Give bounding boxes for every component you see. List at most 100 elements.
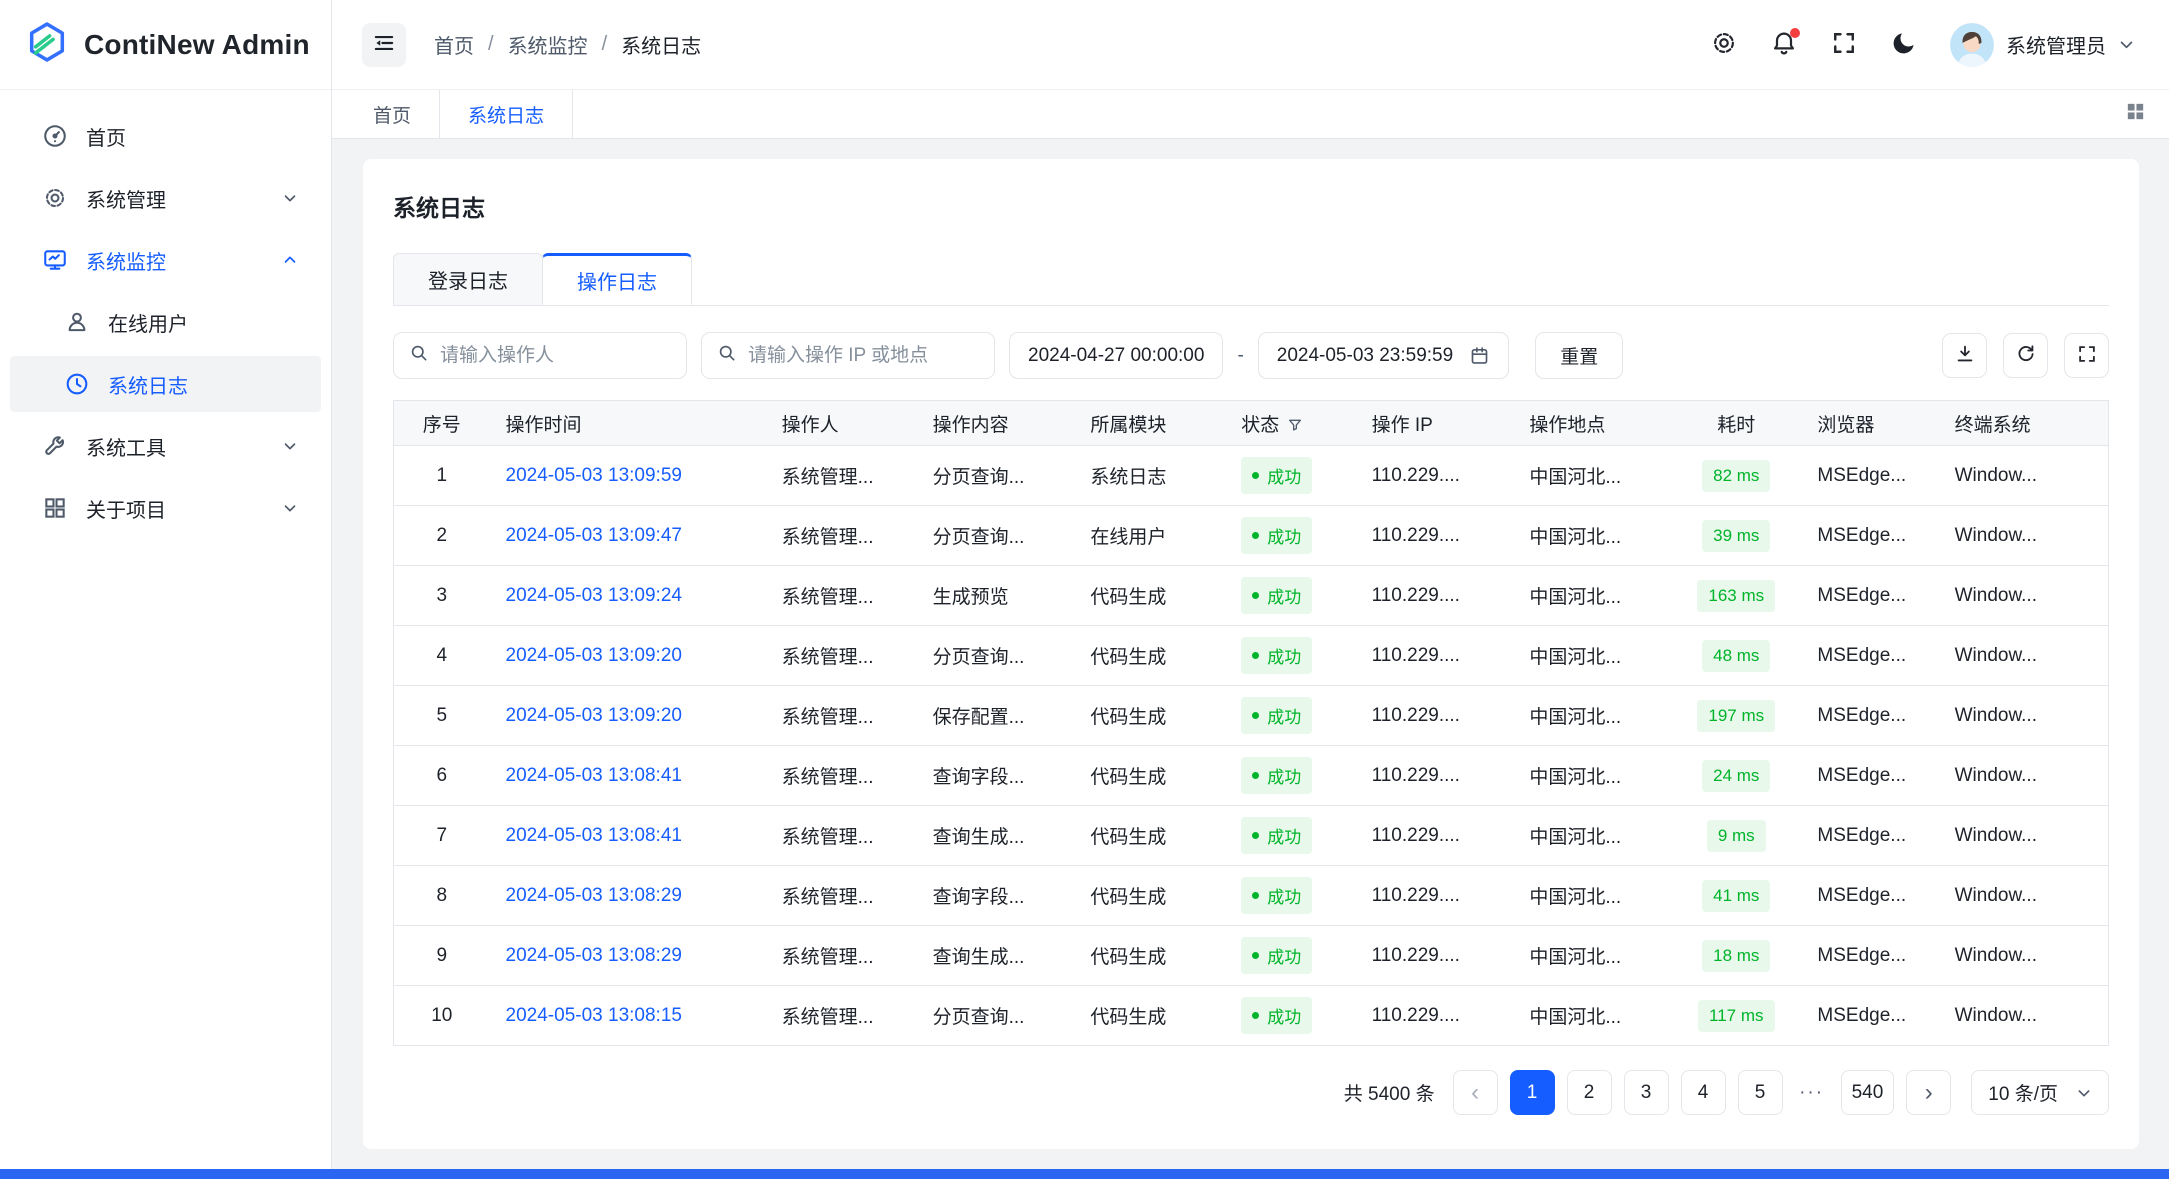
breadcrumb-system-monitor[interactable]: 系统监控 — [508, 30, 588, 59]
sidebar-item-system-log[interactable]: 系统日志 — [10, 356, 321, 412]
breadcrumb-home[interactable]: 首页 — [434, 30, 474, 59]
refresh-button[interactable] — [2003, 333, 2048, 378]
log-time-link[interactable]: 2024-05-03 13:09:24 — [506, 585, 682, 606]
log-time-link[interactable]: 2024-05-03 13:09:47 — [506, 525, 682, 546]
table-row[interactable]: 6 2024-05-03 13:08:41 系统管理... 查询字段... 代码… — [394, 746, 2109, 806]
table-row[interactable]: 8 2024-05-03 13:08:29 系统管理... 查询字段... 代码… — [394, 866, 2109, 926]
reset-button[interactable]: 重置 — [1535, 332, 1623, 379]
download-button[interactable] — [1942, 333, 1987, 378]
page-tab-home[interactable]: 首页 — [345, 90, 439, 138]
refresh-icon — [2015, 343, 2037, 368]
pagination-page-button[interactable]: 2 — [1567, 1070, 1612, 1115]
sidebar-item-about-project[interactable]: 关于项目 — [10, 480, 321, 536]
cell-duration: 9 ms — [1671, 806, 1801, 866]
tab-operation-log[interactable]: 操作日志 — [542, 253, 692, 305]
table-row[interactable]: 1 2024-05-03 13:09:59 系统管理... 分页查询... 系统… — [394, 446, 2109, 506]
table-row[interactable]: 7 2024-05-03 13:08:41 系统管理... 查询生成... 代码… — [394, 806, 2109, 866]
breadcrumb: 首页 / 系统监控 / 系统日志 — [434, 30, 701, 59]
filter-funnel-icon[interactable] — [1287, 417, 1303, 433]
fullscreen-button[interactable] — [1830, 31, 1858, 59]
tab-login-log[interactable]: 登录日志 — [393, 253, 543, 305]
date-range-start[interactable]: 2024-04-27 00:00:00 — [1009, 332, 1223, 379]
dark-mode-button[interactable] — [1890, 31, 1918, 59]
status-dot-icon — [1252, 712, 1259, 719]
cell-no: 10 — [394, 986, 490, 1046]
cell-status: 成功 — [1225, 866, 1355, 926]
pagination-page-button[interactable]: 4 — [1681, 1070, 1726, 1115]
pagination-page-button[interactable]: 540 — [1841, 1070, 1895, 1115]
sidebar-item-system-tools[interactable]: 系统工具 — [10, 418, 321, 474]
logo[interactable]: ContiNew Admin — [0, 0, 331, 90]
log-time-link[interactable]: 2024-05-03 13:08:29 — [506, 945, 682, 966]
log-time-link[interactable]: 2024-05-03 13:08:41 — [506, 825, 682, 846]
table-row[interactable]: 9 2024-05-03 13:08:29 系统管理... 查询生成... 代码… — [394, 926, 2109, 986]
pagination-page-button[interactable]: 5 — [1738, 1070, 1783, 1115]
logo-icon — [26, 21, 68, 68]
operator-search-field[interactable] — [393, 332, 687, 379]
table-row[interactable]: 3 2024-05-03 13:09:24 系统管理... 生成预览 代码生成 … — [394, 566, 2109, 626]
cell-module: 在线用户 — [1074, 506, 1225, 566]
cell-os: Window... — [1939, 506, 2109, 566]
log-time-link[interactable]: 2024-05-03 13:08:41 — [506, 765, 682, 786]
cell-ip: 110.229.... — [1356, 866, 1514, 926]
settings-button[interactable] — [1710, 31, 1738, 59]
sidebar-item-system-management[interactable]: 系统管理 — [10, 170, 321, 226]
sidebar-collapse-button[interactable] — [362, 23, 406, 67]
filter-row: 2024-04-27 00:00:00 - 2024-05-03 23:59:5… — [393, 332, 2109, 379]
log-time-link[interactable]: 2024-05-03 13:08:15 — [506, 1005, 682, 1026]
cell-time: 2024-05-03 13:09:20 — [490, 686, 766, 746]
log-time-link[interactable]: 2024-05-03 13:09:20 — [506, 645, 682, 666]
pagination-page-button[interactable]: 3 — [1624, 1070, 1669, 1115]
cell-location: 中国河北... — [1513, 446, 1671, 506]
status-dot-icon — [1252, 652, 1259, 659]
chevron-down-icon — [2118, 36, 2135, 53]
pagination-prev-button[interactable]: ‹ — [1453, 1070, 1498, 1115]
pagination-page-button[interactable]: 1 — [1510, 1070, 1555, 1115]
table-row[interactable]: 4 2024-05-03 13:09:20 系统管理... 分页查询... 代码… — [394, 626, 2109, 686]
cell-duration: 117 ms — [1671, 986, 1801, 1046]
cell-module: 代码生成 — [1074, 686, 1225, 746]
log-time-link[interactable]: 2024-05-03 13:09:59 — [506, 465, 682, 486]
topbar-actions: 系统管理员 — [1710, 23, 2135, 67]
sidebar-item-label: 系统工具 — [86, 432, 166, 461]
date-start-value: 2024-04-27 00:00:00 — [1028, 345, 1204, 367]
log-time-link[interactable]: 2024-05-03 13:08:29 — [506, 885, 682, 906]
cell-content: 分页查询... — [917, 626, 1075, 686]
cell-content: 生成预览 — [917, 566, 1075, 626]
page-tab-system-log[interactable]: 系统日志 — [439, 90, 573, 138]
cell-time: 2024-05-03 13:08:15 — [490, 986, 766, 1046]
sidebar-item-online-users[interactable]: 在线用户 — [10, 294, 321, 350]
user-menu[interactable]: 系统管理员 — [1950, 23, 2135, 67]
cell-ip: 110.229.... — [1356, 626, 1514, 686]
table-row[interactable]: 5 2024-05-03 13:09:20 系统管理... 保存配置... 代码… — [394, 686, 2109, 746]
cell-time: 2024-05-03 13:09:20 — [490, 626, 766, 686]
date-range-end[interactable]: 2024-05-03 23:59:59 — [1258, 332, 1509, 379]
status-badge: 成功 — [1241, 577, 1312, 614]
table-fullscreen-button[interactable] — [2064, 333, 2109, 378]
ip-search-input[interactable] — [748, 345, 979, 367]
table-row[interactable]: 10 2024-05-03 13:08:15 系统管理... 分页查询... 代… — [394, 986, 2109, 1046]
user-name: 系统管理员 — [2006, 30, 2106, 59]
cell-content: 查询字段... — [917, 746, 1075, 806]
gear-icon — [42, 185, 68, 211]
page-size-select[interactable]: 10 条/页 — [1971, 1070, 2109, 1115]
ip-search-field[interactable] — [701, 332, 995, 379]
cell-operator: 系统管理... — [766, 866, 917, 926]
cell-status: 成功 — [1225, 926, 1355, 986]
sidebar-item-home[interactable]: 首页 — [10, 108, 321, 164]
pagination-ellipsis[interactable]: ··· — [1795, 1082, 1829, 1104]
tabbar-tools[interactable] — [2124, 90, 2169, 138]
cell-no: 2 — [394, 506, 490, 566]
cell-status: 成功 — [1225, 626, 1355, 686]
notifications-button[interactable] — [1770, 31, 1798, 59]
cell-os: Window... — [1939, 806, 2109, 866]
duration-badge: 9 ms — [1707, 820, 1766, 852]
operator-search-input[interactable] — [440, 345, 671, 367]
sidebar-item-system-monitor[interactable]: 系统监控 — [10, 232, 321, 288]
pagination-next-button[interactable]: › — [1906, 1070, 1951, 1115]
cell-module: 代码生成 — [1074, 746, 1225, 806]
log-time-link[interactable]: 2024-05-03 13:09:20 — [506, 705, 682, 726]
status-badge: 成功 — [1241, 517, 1312, 554]
table-row[interactable]: 2 2024-05-03 13:09:47 系统管理... 分页查询... 在线… — [394, 506, 2109, 566]
cell-duration: 163 ms — [1671, 566, 1801, 626]
